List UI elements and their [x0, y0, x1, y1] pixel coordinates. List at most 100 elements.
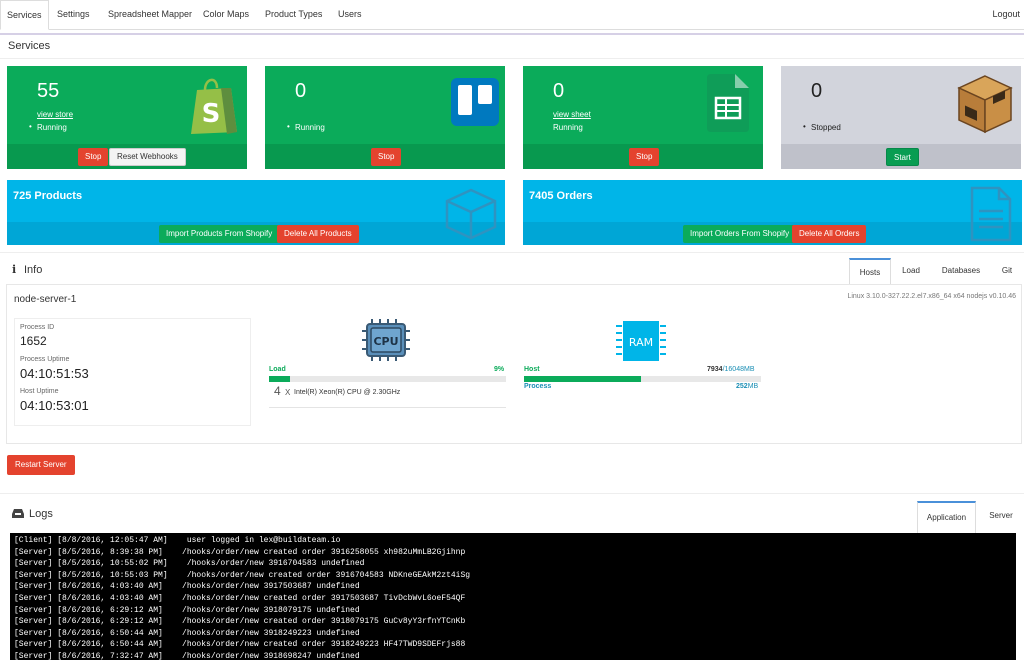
load-value: 9%: [494, 366, 505, 373]
svg-text:S: S: [202, 99, 221, 129]
server-name: node-server-1: [14, 294, 77, 305]
process-mem-label: Process: [524, 383, 552, 390]
log-line: [Server] [8/5/2016, 10:55:03 PM] /hooks/…: [14, 570, 471, 580]
cube-icon: [445, 188, 497, 240]
service-status: Running: [553, 123, 583, 132]
cpu-multiplier: X: [285, 388, 291, 397]
tab-server[interactable]: Server: [982, 501, 1020, 533]
ram-chip-icon: RAM: [616, 321, 666, 361]
service-card-trello: 0 Running Stop: [265, 66, 505, 169]
delete-products-button[interactable]: Delete All Products: [277, 225, 359, 243]
logs-title: Logs: [29, 508, 53, 520]
cpu-chip-icon: CPU: [362, 319, 410, 361]
process-id-value: 1652: [20, 334, 47, 348]
cpu-count: 4: [274, 384, 281, 398]
service-card-box: 0 Stopped Start: [781, 66, 1021, 169]
load-divider: [269, 407, 506, 408]
stop-button[interactable]: Stop: [629, 148, 660, 166]
logout-link[interactable]: Logout: [992, 0, 1020, 30]
log-line: [Server] [8/5/2016, 10:55:02 PM] /hooks/…: [14, 559, 365, 569]
service-card-sheets: 0 view sheet Running Stop: [523, 66, 763, 169]
service-card-shopify: 55 view store Running S Stop Reset Webho…: [7, 66, 247, 169]
orders-card: 7405 Orders Import Orders From Shopify D…: [523, 180, 1022, 245]
log-line: [Server] [8/5/2016, 8:39:38 PM] /hooks/o…: [14, 547, 466, 557]
tab-product-types[interactable]: Product Types: [259, 0, 328, 30]
log-console[interactable]: [Client] [8/8/2016, 12:05:47 AM] user lo…: [10, 533, 1016, 660]
load-bar-fill: [269, 376, 291, 382]
google-sheets-icon: [707, 74, 749, 132]
page-title: Services: [8, 40, 51, 52]
trello-icon: [451, 78, 499, 126]
log-line: [Server] [8/6/2016, 4:03:40 AM] /hooks/o…: [14, 593, 466, 603]
load-label: Load: [269, 366, 286, 373]
info-icon: i: [12, 263, 17, 276]
tab-databases[interactable]: Databases: [936, 258, 986, 284]
process-mem-value: 252MB: [736, 383, 759, 390]
tab-users[interactable]: Users: [332, 0, 368, 30]
log-line: [Server] [8/6/2016, 4:03:40 AM] /hooks/o…: [14, 582, 360, 592]
delete-orders-button[interactable]: Delete All Orders: [792, 225, 867, 243]
log-line: [Server] [8/6/2016, 7:32:47 AM] /hooks/o…: [14, 651, 360, 660]
view-store-link[interactable]: view store: [37, 110, 73, 119]
stop-button[interactable]: Stop: [78, 148, 109, 166]
restart-server-button[interactable]: Restart Server: [7, 455, 75, 475]
info-title: Info: [24, 264, 43, 276]
info-divider: [0, 252, 1024, 253]
card-body: 0 view sheet Running: [523, 66, 763, 144]
view-sheet-link[interactable]: view sheet: [553, 110, 591, 119]
tab-spreadsheet-mapper[interactable]: Spreadsheet Mapper: [102, 0, 198, 30]
tab-settings[interactable]: Settings: [51, 0, 96, 30]
card-footer: Stop: [523, 144, 763, 169]
title-divider: [0, 33, 1024, 35]
card-footer: Stop Reset Webhooks: [7, 144, 247, 169]
orders-count: 7405 Orders: [529, 190, 593, 202]
log-line: [Server] [8/6/2016, 6:29:12 AM] /hooks/o…: [14, 617, 466, 627]
package-box-icon: [957, 75, 1013, 134]
card-body: 0 Running: [265, 66, 505, 144]
shopify-bag-icon: S: [191, 78, 237, 134]
process-box: Process ID 1652 Process Uptime 04:10:51:…: [14, 318, 251, 426]
service-count: 0: [553, 80, 565, 102]
tab-hosts[interactable]: Hosts: [849, 258, 891, 284]
reset-webhooks-button[interactable]: Reset Webhooks: [109, 148, 186, 166]
process-uptime-label: Process Uptime: [20, 356, 70, 363]
load-bar: [269, 376, 506, 382]
start-button[interactable]: Start: [886, 148, 919, 166]
tab-load[interactable]: Load: [896, 258, 926, 284]
card-body: 0 Stopped: [781, 66, 1021, 144]
host-uptime-label: Host Uptime: [20, 388, 59, 395]
tab-color-maps[interactable]: Color Maps: [197, 0, 255, 30]
svg-text:CPU: CPU: [373, 335, 398, 348]
document-icon: [970, 186, 1012, 242]
stop-button[interactable]: Stop: [371, 148, 402, 166]
import-products-button[interactable]: Import Products From Shopify: [159, 225, 280, 243]
service-status: Running: [287, 122, 325, 132]
inbox-icon: [12, 509, 24, 518]
card-footer: Stop: [265, 144, 505, 169]
service-status: Running: [29, 122, 67, 132]
service-status: Stopped: [803, 122, 841, 132]
process-id-label: Process ID: [20, 324, 55, 331]
products-count: 725 Products: [13, 190, 83, 202]
svg-text:RAM: RAM: [629, 336, 653, 349]
service-count: 0: [811, 80, 823, 102]
server-meta: Linux 3.10.0-327.22.2.el7.x86_64 x64 nod…: [847, 293, 1016, 300]
log-line: [Server] [8/6/2016, 6:29:12 AM] /hooks/o…: [14, 605, 360, 615]
host-mem-label: Host: [524, 366, 540, 373]
tab-application[interactable]: Application: [917, 501, 976, 533]
service-count: 55: [37, 80, 60, 102]
tab-services[interactable]: Services: [0, 0, 49, 30]
process-uptime-value: 04:10:51:53: [20, 366, 89, 381]
log-line: [Server] [8/6/2016, 6:50:44 AM] /hooks/o…: [14, 640, 466, 650]
cpu-model: Intel(R) Xeon(R) CPU @ 2.30GHz: [294, 389, 401, 396]
top-nav: Services Settings Spreadsheet Mapper Col…: [0, 0, 1024, 30]
service-count: 0: [295, 80, 307, 102]
host-mem-bar: [524, 376, 761, 382]
title-divider-bottom: [0, 58, 1024, 59]
tab-git[interactable]: Git: [994, 258, 1020, 284]
host-uptime-value: 04:10:53:01: [20, 398, 89, 413]
products-card: 725 Products Import Products From Shopif…: [7, 180, 505, 245]
import-orders-button[interactable]: Import Orders From Shopify: [683, 225, 797, 243]
host-mem-value: 7934/16048MB: [707, 366, 755, 373]
log-line: [Client] [8/8/2016, 12:05:47 AM] user lo…: [14, 536, 341, 545]
